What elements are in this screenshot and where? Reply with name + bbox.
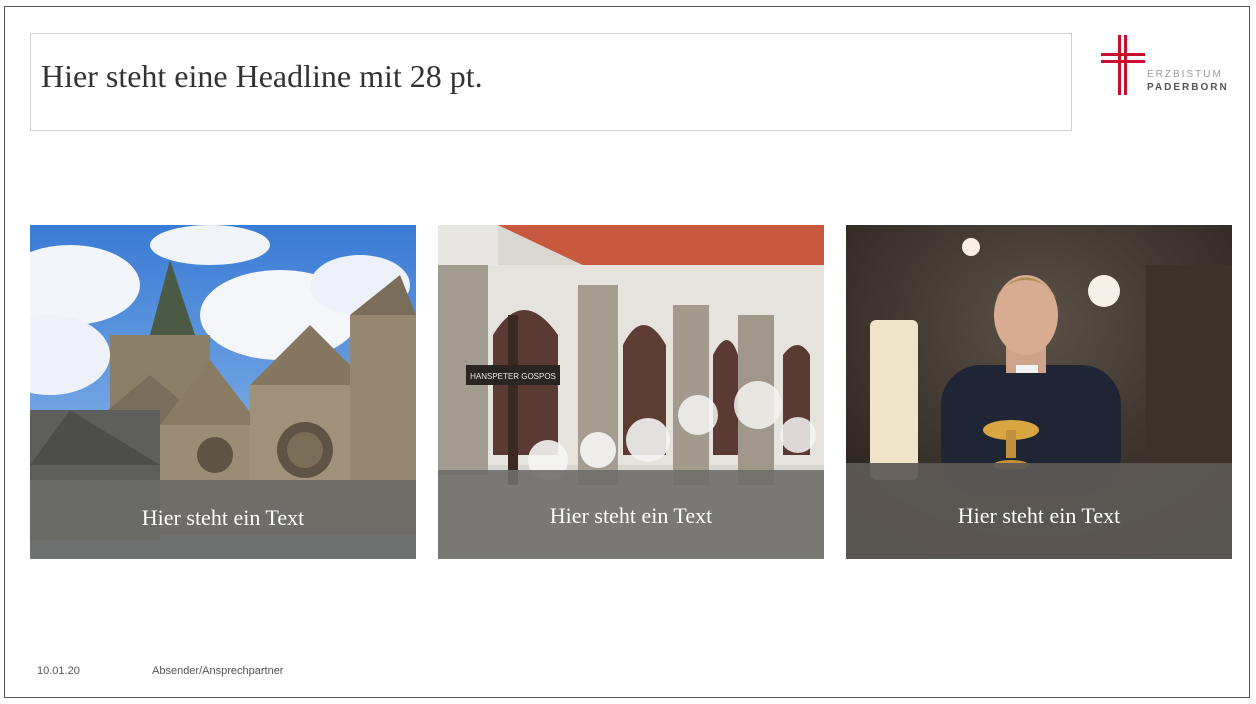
image-card-2: HANSPETER GOSPOS Hier steht ein Text: [438, 225, 824, 559]
card-caption: Hier steht ein Text: [141, 505, 305, 530]
page-title: Hier steht eine Headline mit 28 pt.: [41, 58, 483, 94]
logo-line2: PADERBORN: [1147, 82, 1229, 93]
slide: Hier steht eine Headline mit 28 pt. ERZB…: [4, 6, 1250, 698]
footer-date: 10.01.20: [37, 665, 80, 677]
headline-box: Hier steht eine Headline mit 28 pt.: [30, 33, 1072, 131]
cross-sign-text: HANSPETER GOSPOS: [470, 372, 556, 381]
image-card-3: Hier steht ein Text: [846, 225, 1232, 559]
card-caption: Hier steht ein Text: [957, 503, 1121, 528]
image-card-1: Hier steht ein Text: [30, 225, 416, 559]
card-caption: Hier steht ein Text: [549, 503, 713, 528]
logo-line1: ERZBISTUM: [1147, 69, 1223, 80]
footer-sender: Absender/Ansprechpartner: [152, 665, 284, 677]
